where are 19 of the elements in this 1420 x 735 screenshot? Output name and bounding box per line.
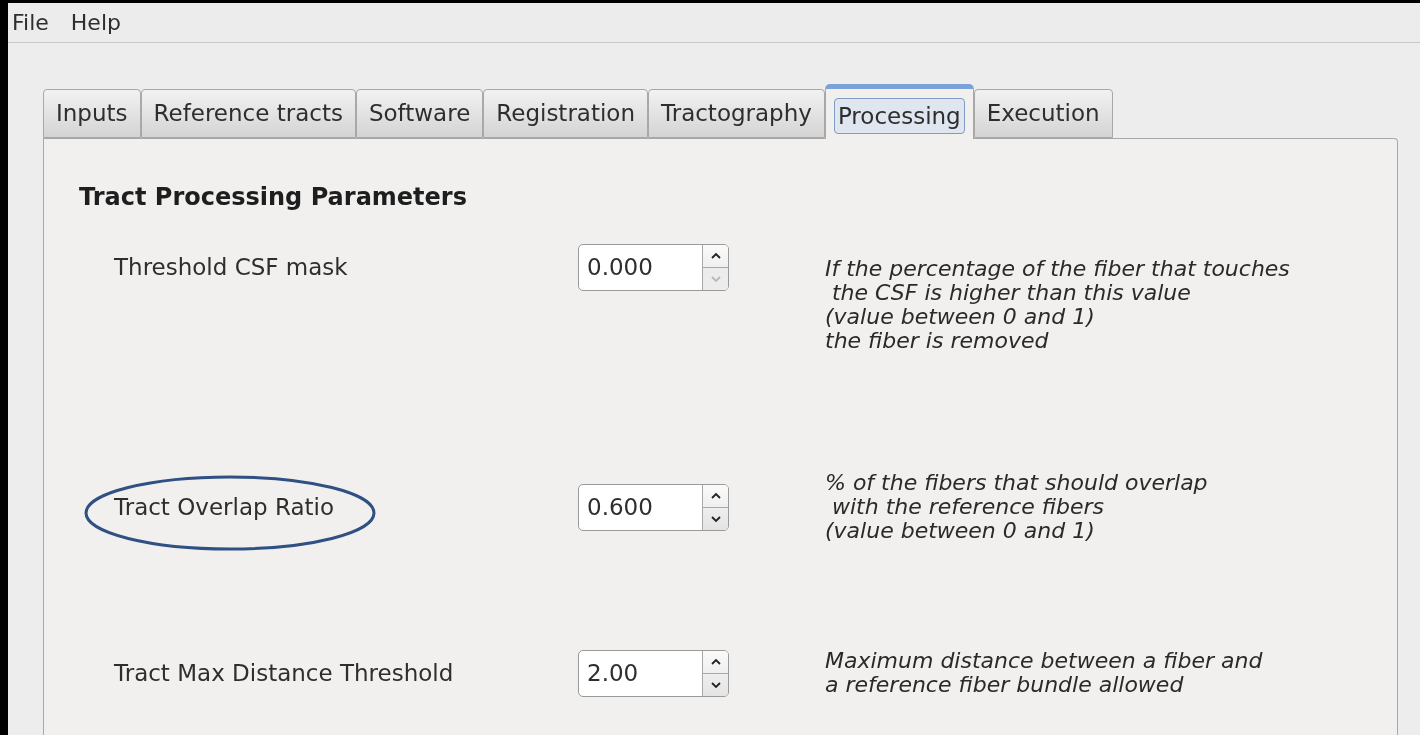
tab[interactable]: Execution bbox=[973, 89, 1113, 138]
menu-item[interactable]: Help bbox=[70, 6, 121, 39]
parameter-label: Tract Overlap Ratio bbox=[114, 492, 334, 522]
section-title: Tract Processing Parameters bbox=[79, 183, 468, 211]
parameter-description: Maximum distance between a fiber and a reference fiber bundle allowed bbox=[825, 649, 1263, 697]
tab[interactable]: Reference tracts bbox=[140, 89, 356, 138]
tab[interactable]: Processing bbox=[824, 84, 974, 139]
parameter-description: If the percentage of the fiber that touches the CSF is higher than this value (value between 0 and 1) the fiber is removed bbox=[825, 257, 1290, 353]
spin-box[interactable]: 0.600 bbox=[578, 483, 729, 531]
spin-box[interactable]: 0.000 bbox=[578, 244, 729, 291]
spin-box[interactable]: 2.00 bbox=[578, 649, 729, 697]
menu-item[interactable]: File bbox=[12, 6, 49, 39]
parameter-label: Tract Max Distance Threshold bbox=[114, 658, 454, 688]
tab[interactable]: Inputs bbox=[43, 89, 141, 138]
tab[interactable]: Registration bbox=[483, 89, 648, 138]
parameter-label: Threshold CSF mask bbox=[114, 253, 348, 283]
tab[interactable]: Tractography bbox=[648, 89, 825, 138]
tab[interactable]: Software bbox=[355, 89, 484, 138]
parameter-description: % of the fibers that should overlap with the reference fibers (value between 0 and 1) bbox=[825, 471, 1208, 543]
